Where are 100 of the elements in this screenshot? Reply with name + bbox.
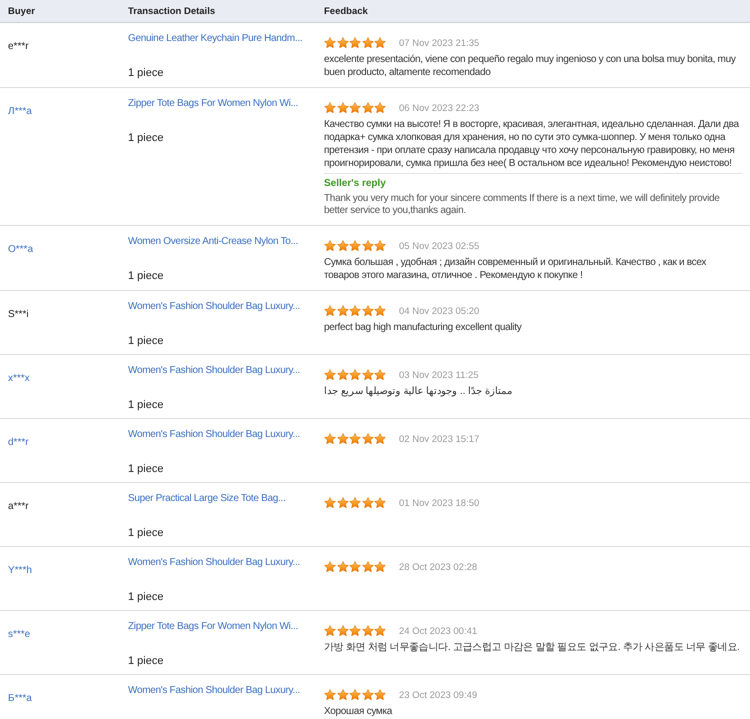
star-icon (324, 37, 336, 49)
quantity-text: 1 piece (128, 590, 164, 605)
review-date: 24 Oct 2023 00:41 (399, 626, 478, 636)
quantity-text: 1 piece (128, 398, 164, 413)
review-text: 가방 화면 처럼 너무좋습니다. 고급스럽고 마감은 말할 필요도 없구요. 추가 사은품도 너무 좋네요. (324, 641, 740, 654)
buyer-link[interactable]: Б***a (8, 693, 32, 704)
star-icon (349, 497, 361, 509)
star-icon (349, 625, 361, 637)
star-icon (336, 561, 348, 573)
product-link[interactable]: Zipper Tote Bags For Women Nylon Wi... (128, 97, 298, 111)
star-icon (374, 305, 386, 317)
star-icon (324, 102, 336, 114)
star-icon (349, 102, 361, 114)
star-icon (374, 497, 386, 509)
buyer-link[interactable]: s***e (8, 629, 30, 640)
quantity-text: 1 piece (128, 66, 164, 81)
column-header: Transaction Details (128, 6, 216, 16)
buyer-link[interactable]: Л***a (8, 106, 32, 117)
star-icon (349, 240, 361, 252)
star-icon (324, 561, 336, 573)
buyer-link[interactable]: d***r (8, 437, 29, 448)
star-icon (374, 689, 386, 701)
buyer-link[interactable]: Y***h (8, 565, 32, 576)
star-icon (336, 433, 348, 445)
product-link[interactable]: Women's Fashion Shoulder Bag Luxury... (128, 428, 300, 442)
star-icon (374, 561, 386, 573)
review-text: Сумка большая , удобная ; дизайн современный и оригинальный. Качество , как и всех товаров этого магазина, отличное . Рекомендую к покупке ! (324, 256, 708, 282)
reply-label: Seller's reply (324, 177, 387, 191)
buyer-name: e***r (8, 41, 29, 52)
review-text: Хорошая сумка (324, 705, 394, 718)
review-text: excelente presentación, viene con pequeño regalo muy ingenioso y con una bolsa muy bonita, muy buen producto, altamente recomendado (324, 53, 737, 79)
star-icon (349, 305, 361, 317)
star-icon (336, 369, 348, 381)
reply-text: Thank you very much for your sincere comments If there is a next time, we will definitely provide better service to you,thanks again. (324, 193, 721, 217)
star-icon (336, 240, 348, 252)
buyer-name: a***r (8, 501, 29, 512)
star-icon (362, 240, 374, 252)
star-icon (362, 561, 374, 573)
review-date: 23 Oct 2023 09:49 (399, 690, 478, 700)
star-icon (362, 305, 374, 317)
review-text: Качество сумки на высоте! Я в восторге, красивая, элегантная, идеально сделанная. Дали два подарка+ сумка хлопковая для хранения, но по сути это сумка-шоппер. У меня только одна претензия - при оплате сразу написала продавцу что хочу персональную гравировку, но меня проигнорировали, сумка пришла без нее( В остальном все идеально! Рекомендую неистово! (324, 118, 740, 170)
review-date: 28 Oct 2023 02:28 (399, 562, 478, 572)
review-date: 02 Nov 2023 15:17 (399, 434, 480, 444)
star-icon (349, 689, 361, 701)
review-date: 03 Nov 2023 11:25 (399, 370, 479, 380)
quantity-text: 1 piece (128, 654, 164, 669)
review-date: 07 Nov 2023 21:35 (399, 38, 480, 48)
star-icon (362, 433, 374, 445)
star-icon (374, 102, 386, 114)
review-date: 04 Nov 2023 05:20 (399, 306, 480, 316)
star-icon (336, 102, 348, 114)
star-icon (336, 625, 348, 637)
column-header: Feedback (324, 6, 369, 16)
star-icon (336, 37, 348, 49)
product-link[interactable]: Women's Fashion Shoulder Bag Luxury... (128, 364, 300, 378)
buyer-name: S***i (8, 309, 29, 320)
product-link[interactable]: Zipper Tote Bags For Women Nylon Wi... (128, 620, 298, 634)
star-icon (362, 497, 374, 509)
buyer-link[interactable]: x***x (8, 373, 30, 384)
star-icon (374, 625, 386, 637)
review-text: ممتازة جدًا .. وجودتها عالية وتوصيلها سريع جدا (324, 385, 514, 398)
quantity-text: 1 piece (128, 269, 164, 284)
product-link[interactable]: Women's Fashion Shoulder Bag Luxury... (128, 300, 300, 314)
review-text: perfect bag high manufacturing excellent quality (324, 321, 523, 334)
review-date: 01 Nov 2023 18:50 (399, 498, 480, 508)
star-icon (349, 561, 361, 573)
quantity-text: 1 piece (128, 334, 164, 349)
star-icon (349, 37, 361, 49)
star-icon (374, 433, 386, 445)
quantity-text: 1 piece (128, 131, 164, 146)
star-icon (324, 305, 336, 317)
star-icon (362, 625, 374, 637)
star-icon (362, 37, 374, 49)
star-icon (362, 689, 374, 701)
star-icon (362, 102, 374, 114)
star-icon (324, 689, 336, 701)
quantity-text: 1 piece (128, 526, 164, 541)
product-link[interactable]: Women's Fashion Shoulder Bag Luxury... (128, 684, 300, 698)
product-link[interactable]: Women Oversize Anti-Crease Nylon To... (128, 235, 298, 249)
review-date: 05 Nov 2023 02:55 (399, 240, 480, 252)
quantity-text: 1 piece (128, 462, 164, 477)
star-icon (349, 369, 361, 381)
product-link[interactable]: Genuine Leather Keychain Pure Handm... (128, 32, 302, 46)
review-date: 06 Nov 2023 22:23 (399, 102, 480, 114)
star-icon (336, 689, 348, 701)
star-icon (374, 240, 386, 252)
star-icon (336, 497, 348, 509)
star-icon (362, 369, 374, 381)
column-header: Buyer (7, 6, 36, 16)
star-icon (324, 240, 336, 252)
star-icon (324, 625, 336, 637)
star-icon (324, 497, 336, 509)
star-icon (324, 369, 336, 381)
buyer-link[interactable]: O***a (8, 244, 34, 255)
product-link[interactable]: Super Practical Large Size Tote Bag... (128, 492, 286, 506)
star-icon (336, 305, 348, 317)
star-icon (374, 37, 386, 49)
star-icon (349, 433, 361, 445)
star-icon (324, 433, 336, 445)
product-link[interactable]: Women's Fashion Shoulder Bag Luxury... (128, 556, 300, 570)
